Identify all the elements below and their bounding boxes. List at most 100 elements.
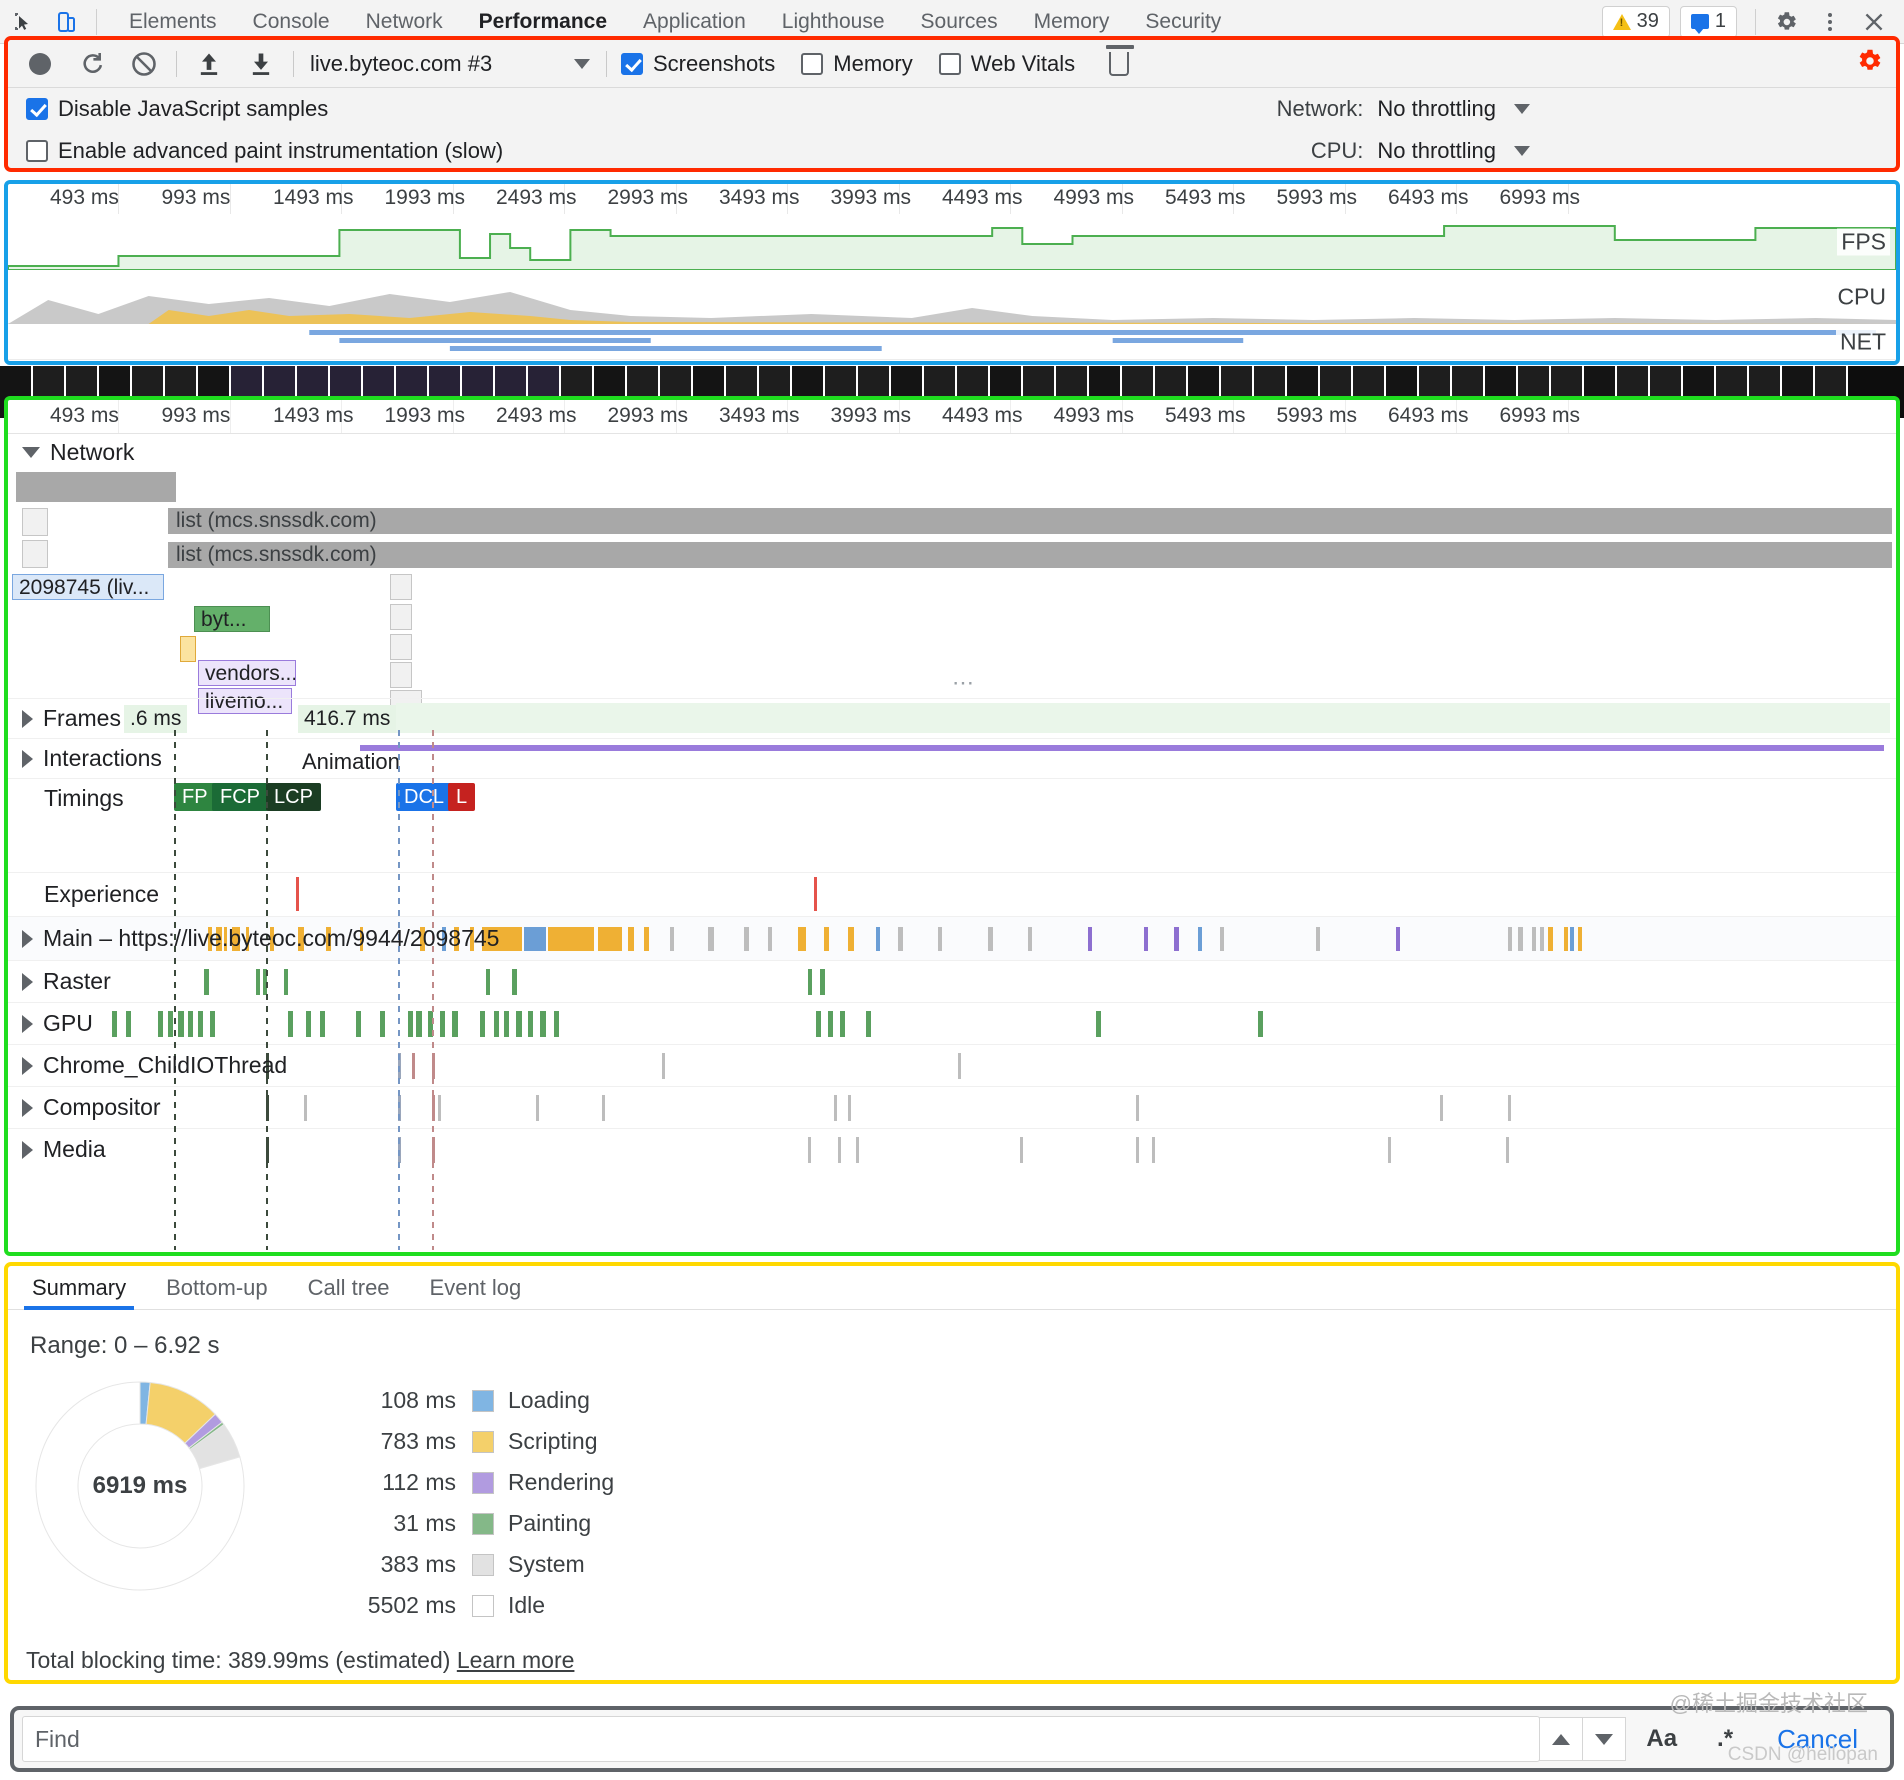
activity-bar[interactable] [644,927,649,951]
tab-call-tree[interactable]: Call tree [300,1275,398,1309]
activity-bar[interactable] [744,927,749,951]
record-circle-icon[interactable] [14,42,66,86]
activity-bar[interactable] [548,927,594,951]
compositor-activity-bars[interactable] [8,1087,1896,1129]
activity-bar[interactable] [838,1137,841,1163]
frame-duration-chip[interactable]: 416.7 ms [298,705,397,733]
request-pill[interactable] [22,540,48,568]
activity-bar[interactable] [768,927,772,951]
memory-checkbox[interactable]: Memory [801,51,913,77]
activity-bar[interactable] [536,1095,539,1121]
table-row[interactable] [180,636,196,662]
frames-strip[interactable] [396,703,1890,733]
activity-bar[interactable] [798,927,806,951]
activity-bar[interactable] [1388,1137,1391,1163]
activity-bar[interactable] [512,969,517,995]
overview-pane[interactable]: 493 ms 993 ms 1493 ms 1993 ms 2493 ms 2993 ms… [4,180,1900,365]
activity-bar[interactable] [516,1011,522,1037]
activity-bar[interactable] [288,1011,293,1037]
io-activity-bars[interactable] [8,1045,1896,1087]
activity-bar[interactable] [356,1011,361,1037]
request-pill[interactable] [390,604,412,630]
activity-bar[interactable] [440,1011,445,1037]
activity-bar[interactable] [1220,927,1224,951]
activity-bar[interactable] [416,1011,422,1037]
activity-bar[interactable] [1144,927,1148,951]
activity-bar[interactable] [304,1095,307,1121]
activity-bar[interactable] [602,1095,605,1121]
activity-bar[interactable] [1316,927,1320,951]
activity-bar[interactable] [598,927,622,951]
track-label-raster[interactable]: Raster [8,968,111,995]
activity-bar[interactable] [866,1011,871,1037]
activity-bar[interactable] [198,1011,203,1037]
legend-item[interactable]: 5502 ms Idle [324,1585,614,1626]
table-row[interactable]: list (mcs.snssdk.com) [168,542,1892,568]
tab-event-log[interactable]: Event log [422,1275,530,1309]
activity-bar[interactable] [808,969,812,995]
table-row[interactable]: 2098745 (liv... [12,574,164,600]
activity-bar[interactable] [816,1011,821,1037]
activity-bar[interactable] [1096,1011,1101,1037]
activity-bar[interactable] [494,1011,499,1037]
activity-bar[interactable] [958,1053,961,1079]
activity-bar[interactable] [1136,1095,1139,1121]
activity-bar[interactable] [438,1095,441,1121]
trash-icon[interactable] [1106,44,1135,76]
activity-bar[interactable] [380,1011,385,1037]
activity-bar[interactable] [188,1011,193,1037]
activity-bar[interactable] [256,969,260,995]
chevron-down-icon[interactable] [1514,146,1530,156]
track-label-media[interactable]: Media [8,1136,106,1163]
activity-bar[interactable] [1198,927,1202,951]
activity-bar[interactable] [554,1011,559,1037]
clear-icon[interactable] [118,42,170,86]
activity-bar[interactable] [876,927,880,951]
activity-bar[interactable] [820,969,825,995]
track-compositor[interactable]: Compositor [8,1086,1896,1128]
activity-bar[interactable] [452,1011,458,1037]
track-label-frames[interactable]: Frames [8,705,121,732]
track-label-childiothread[interactable]: Chrome_ChildIOThread [8,1052,287,1079]
activity-bar[interactable] [1440,1095,1443,1121]
activity-bar[interactable] [1396,927,1400,951]
activity-bar[interactable] [840,1011,845,1037]
activity-bar[interactable] [528,1011,533,1037]
activity-bar[interactable] [158,1011,163,1037]
track-timings[interactable]: Timings FP FCP LCP DCL L [8,778,1896,872]
gpu-activity-bars[interactable] [8,1003,1896,1045]
reload-record-icon[interactable] [66,42,118,86]
request-pill[interactable] [390,634,412,660]
activity-bar[interactable] [808,1137,811,1163]
request-pill[interactable] [390,574,412,600]
media-activity-bars[interactable] [8,1129,1896,1171]
experience-marker[interactable] [814,877,817,911]
track-experience[interactable]: Experience [8,872,1896,916]
activity-bar[interactable] [1136,1137,1139,1163]
activity-bar[interactable] [126,1011,131,1037]
request-pill[interactable] [22,508,48,536]
save-profile-icon[interactable] [235,42,287,86]
warning-count-chip[interactable]: 39 [1601,5,1670,38]
track-interactions[interactable]: Interactions Animation [8,738,1896,778]
network-throttling-value[interactable]: No throttling [1377,96,1496,122]
activity-bar[interactable] [524,927,546,951]
track-raster[interactable]: Raster [8,960,1896,1002]
activity-bar[interactable] [486,969,490,995]
track-childiothread[interactable]: Chrome_ChildIOThread [8,1044,1896,1086]
tab-summary[interactable]: Summary [24,1275,135,1310]
capture-settings-gear-icon[interactable] [1854,46,1884,81]
activity-bar[interactable] [1088,927,1092,951]
activity-bar[interactable] [628,927,634,951]
advanced-paint-checkbox[interactable]: Enable advanced paint instrumentation (s… [26,138,503,164]
activity-bar[interactable] [210,1011,215,1037]
activity-bar[interactable] [856,1137,859,1163]
activity-bar[interactable] [988,927,993,951]
activity-bar[interactable] [834,1095,837,1121]
flamechart-pane[interactable]: 493 ms 993 ms 1493 ms 1993 ms 2493 ms 2993 ms… [4,396,1900,1256]
activity-bar[interactable] [1506,1137,1509,1163]
table-row[interactable]: list (mcs.snssdk.com) [168,508,1892,534]
track-gpu[interactable]: GPU [8,1002,1896,1044]
table-row[interactable]: vendors... [198,660,296,686]
network-group-header[interactable]: Network [8,434,1896,470]
